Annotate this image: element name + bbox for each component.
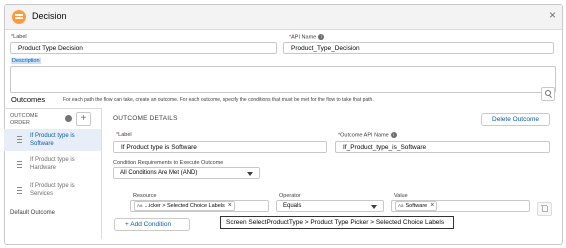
value-input[interactable]: Aa Software × (391, 200, 530, 212)
add-condition-button[interactable]: + Add Condition (114, 218, 190, 231)
operator-label: Operator (279, 193, 301, 199)
resource-label: Resource (133, 193, 157, 199)
chevron-down-icon (247, 172, 253, 176)
resource-tooltip: Screen SelectProductType > Product Type … (220, 216, 454, 229)
remove-pill-icon[interactable]: × (430, 202, 434, 210)
label-input[interactable]: Product Type Decision (10, 42, 277, 54)
outcomes-help-text: For each path the flow can take, create … (63, 97, 374, 103)
divider (101, 108, 102, 239)
api-name-field-label: *API Name i (289, 34, 325, 40)
outcome-order-sidebar: OUTCOME ORDER + If Product type is Softw… (4, 108, 101, 240)
drag-handle-icon[interactable] (17, 161, 22, 168)
drag-handle-icon[interactable] (17, 187, 22, 194)
condition-requirements-label: Condition Requirements to Execute Outcom… (113, 160, 224, 166)
sidebar-item-services[interactable]: If Product type is Services (4, 180, 101, 202)
operator-select[interactable]: Equals (276, 200, 384, 212)
dialog-title: Decision (32, 11, 67, 21)
outcome-label-input[interactable]: If Product type is Software (113, 141, 327, 153)
outcome-order-label: OUTCOME ORDER (10, 113, 39, 126)
api-name-input[interactable]: Product_Type_Decision (283, 42, 554, 54)
sidebar-item-hardware[interactable]: If Product type is Hardware (4, 154, 101, 176)
outcome-api-name-input[interactable]: If_Product_type_is_Software (335, 141, 550, 153)
remove-pill-icon[interactable]: × (228, 202, 232, 210)
gear-icon[interactable] (65, 115, 72, 122)
value-label: Value (394, 193, 408, 199)
drag-handle-icon[interactable] (17, 136, 22, 143)
search-icon[interactable] (541, 87, 555, 101)
description-label: Description (11, 58, 41, 64)
value-pill[interactable]: Aa Software × (395, 201, 438, 211)
resource-input[interactable]: Aa ...icker > Selected Choice Labels × (130, 200, 269, 212)
trash-icon[interactable] (537, 202, 552, 216)
outcomes-title: Outcomes (11, 95, 46, 104)
description-textarea[interactable] (10, 66, 556, 93)
resource-pill[interactable]: Aa ...icker > Selected Choice Labels × (134, 201, 235, 211)
label-field-label: *Label (11, 34, 27, 40)
text-type-icon: Aa (137, 203, 143, 208)
sidebar-item-default-outcome[interactable]: Default Outcome (4, 209, 107, 217)
close-icon[interactable]: × (549, 9, 556, 21)
outcome-details-title: OUTCOME DETAILS (113, 115, 178, 122)
decision-icon (12, 10, 26, 24)
text-type-icon: Aa (398, 203, 404, 208)
chevron-down-icon (371, 205, 377, 209)
info-icon[interactable]: i (390, 132, 397, 138)
condition-requirements-select[interactable]: All Conditions Are Met (AND) (113, 167, 260, 179)
add-outcome-button[interactable]: + (76, 112, 91, 126)
outcome-api-name-field-label: *Outcome API Name i (338, 132, 397, 138)
info-icon[interactable]: i (318, 34, 325, 40)
dialog-header: Decision × (5, 5, 562, 30)
delete-outcome-button[interactable]: Delete Outcome (481, 113, 550, 126)
sidebar-item-software[interactable]: If Product type is Software (4, 129, 101, 151)
outcome-label-field-label: *Label (116, 132, 132, 138)
